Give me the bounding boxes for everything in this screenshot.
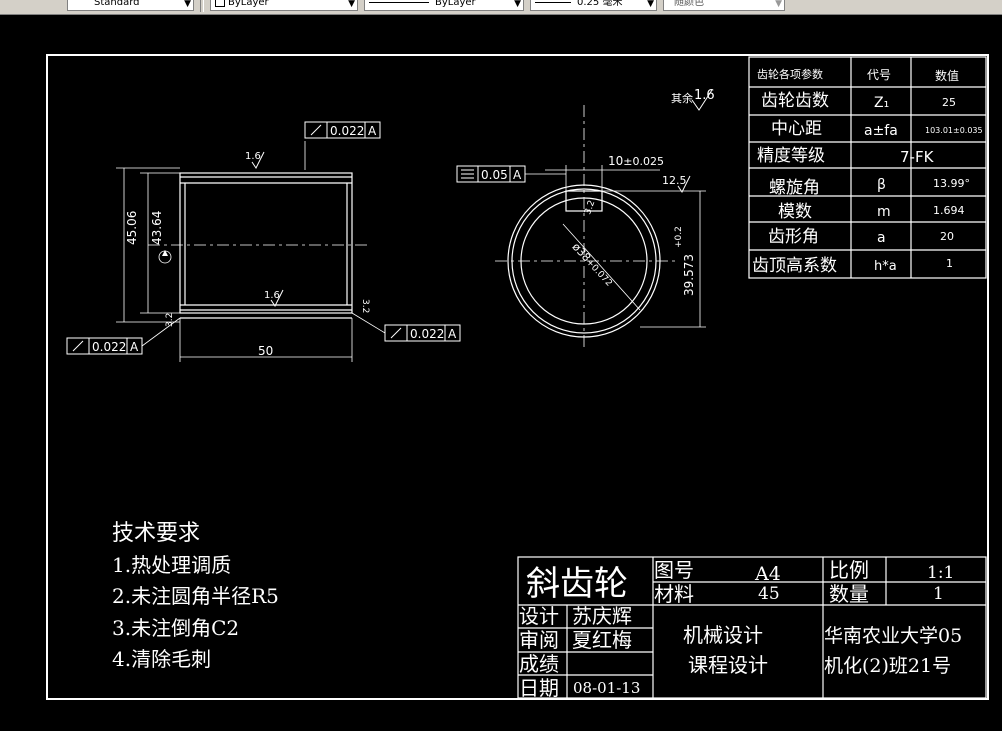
designer: 苏庆辉 <box>572 604 632 628</box>
param-row-value: 20 <box>940 230 954 243</box>
tech-requirement-item: 1.热处理调质 <box>112 553 231 577</box>
param-row-symbol: a <box>877 230 886 246</box>
param-row-value: 13.99° <box>933 177 970 190</box>
param-row-value: 1.694 <box>933 204 965 217</box>
quantity: 1 <box>933 584 944 604</box>
dim-key-depth: 39.573 <box>682 254 696 296</box>
param-row-name: 精度等级 <box>757 146 825 166</box>
runout-frame-right: 0.022 A <box>384 324 461 342</box>
runout-tolerance: 0.022 <box>410 327 444 341</box>
runout-frame-top: 0.022 A <box>304 121 381 139</box>
part-name: 斜齿轮 <box>526 564 628 604</box>
symmetry-frame: 0.05 A <box>456 165 526 183</box>
runout-arrow-icon <box>390 327 402 339</box>
param-row-value: 7-FK <box>900 148 935 166</box>
scale: 1:1 <box>927 563 954 583</box>
param-row-symbol: Z₁ <box>874 95 889 111</box>
tech-requirements-title: 技术要求 <box>112 521 200 546</box>
tech-requirement-item: 2.未注圆角半径R5 <box>112 584 279 608</box>
param-row-symbol: a±fa <box>864 123 898 139</box>
dim-bore: ø38+0.072 <box>570 240 616 288</box>
material: 45 <box>758 584 780 604</box>
param-row-symbol: β <box>877 177 886 193</box>
runout-tolerance: 0.022 <box>330 124 364 138</box>
grade-label: 成绩 <box>519 652 559 676</box>
design-label: 设计 <box>519 604 559 628</box>
cad-drawing-canvas[interactable]: 齿轮各项参数 代号 数值 齿轮齿数 Z₁ 25 中心距 a±fa 103.01±… <box>0 0 1002 731</box>
rest-roughness-label: 其余 <box>671 91 693 105</box>
drawing-no: A4 <box>754 563 781 585</box>
datum-letter: A <box>130 340 139 354</box>
param-row-name: 齿顶高系数 <box>752 256 837 276</box>
param-header-symbol: 代号 <box>867 68 891 82</box>
date-label: 日期 <box>519 676 559 700</box>
param-row-name: 齿形角 <box>768 227 819 247</box>
roughness-value: 3.2 <box>583 199 597 216</box>
param-header-value: 数值 <box>935 68 959 83</box>
reviewer: 夏红梅 <box>572 628 632 652</box>
scale-label: 比例 <box>829 558 869 582</box>
roughness-value: 12.5 <box>662 174 687 187</box>
drawing-no-label: 图号 <box>654 558 694 582</box>
param-row-symbol: m <box>877 204 891 220</box>
roughness-value: 1.6 <box>264 290 280 301</box>
tech-requirement-item: 3.未注倒角C2 <box>112 616 239 640</box>
symmetry-tolerance: 0.05 <box>481 168 508 182</box>
runout-frame-left: 0.022 A <box>66 337 143 355</box>
dim-root-diameter: 43.64 <box>150 211 164 245</box>
param-row-name: 中心距 <box>771 119 822 139</box>
dim-face-width: 50 <box>258 344 273 358</box>
date: 08-01-13 <box>573 679 640 697</box>
datum-letter: A <box>368 124 377 138</box>
gear-section-view <box>116 141 386 362</box>
dim-key-depth-tolerance: +0.2 <box>674 226 684 248</box>
school-line1: 华南农业大学05 <box>824 625 962 647</box>
review-label: 审阅 <box>519 628 559 652</box>
param-row-name: 螺旋角 <box>769 178 820 198</box>
runout-tolerance: 0.022 <box>92 340 126 354</box>
material-label: 材料 <box>654 582 694 606</box>
course-line1: 机械设计 <box>683 623 763 647</box>
roughness-value: 3.2 <box>360 299 370 313</box>
param-row-name: 模数 <box>778 202 812 222</box>
runout-arrow-icon <box>72 340 84 352</box>
dim-keyway-width: 10±0.025 <box>608 154 664 168</box>
roughness-value: 1.6 <box>245 151 261 162</box>
roughness-value: 3.2 <box>165 313 175 327</box>
dim-outer-diameter: 45.06 <box>125 211 139 245</box>
datum-letter: A <box>513 168 522 182</box>
tech-requirement-item: 4.清除毛刺 <box>112 647 211 671</box>
runout-arrow-icon <box>310 124 322 136</box>
school-line2: 机化(2)班21号 <box>824 655 951 677</box>
param-row-symbol: h*a <box>874 259 897 274</box>
course-line2: 课程设计 <box>688 653 768 677</box>
param-header-name: 齿轮各项参数 <box>757 67 823 81</box>
param-row-value: 103.01±0.035 <box>925 126 983 135</box>
symmetry-icon <box>461 169 474 179</box>
datum-letter: A <box>448 327 457 341</box>
param-row-name: 齿轮齿数 <box>761 91 829 111</box>
param-row-value: 25 <box>942 96 956 109</box>
param-row-value: 1 <box>946 257 953 270</box>
quantity-label: 数量 <box>829 582 869 606</box>
